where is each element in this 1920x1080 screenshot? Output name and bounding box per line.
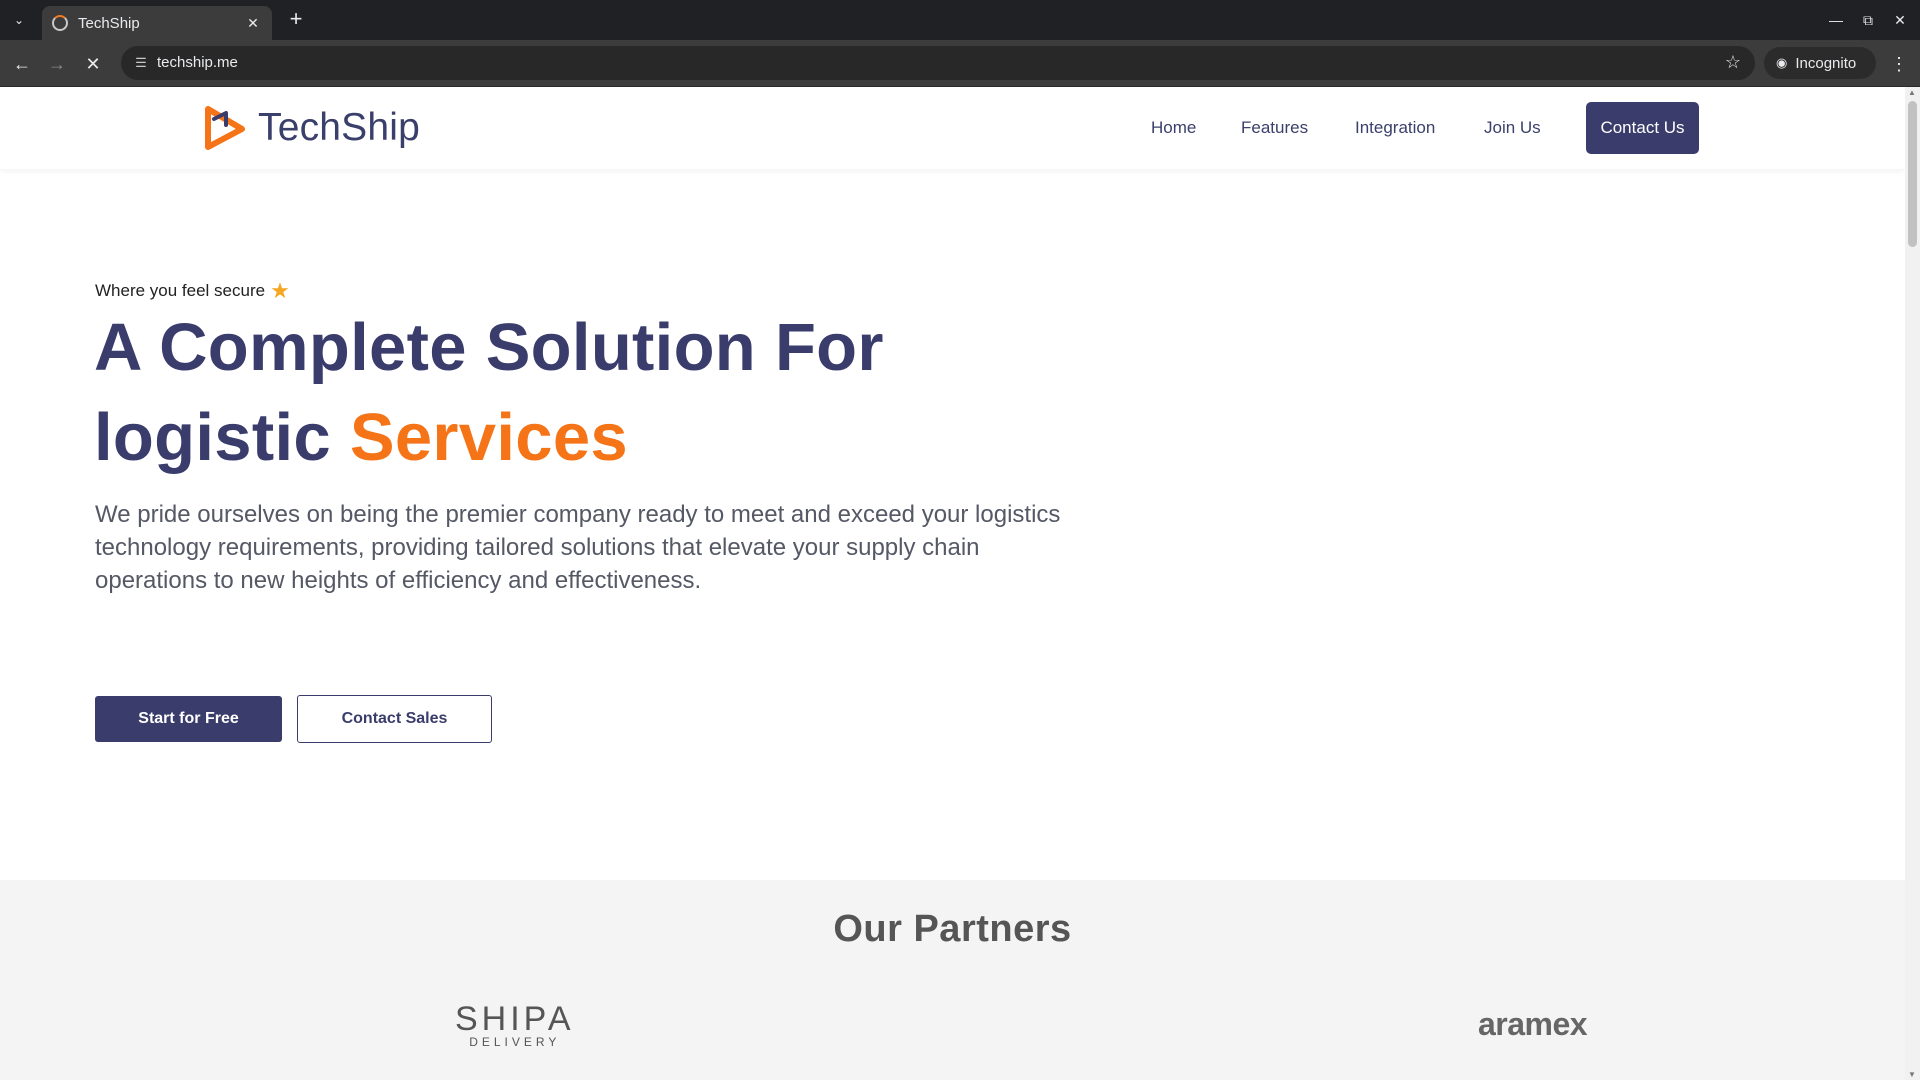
partner-shipa-name: SHIPA	[455, 1000, 575, 1038]
hero-title-line2-accent: Services	[349, 400, 628, 475]
hero-description: We pride ourselves on being the premier …	[95, 501, 1061, 594]
techship-logo[interactable]: TechShip	[204, 105, 420, 151]
partner-logo-shipa: SHIPA DELIVERY	[455, 1000, 575, 1049]
hero-title-line1: A Complete Solution For	[94, 310, 884, 385]
browser-toolbar: ← → ✕ ☰ techship.me ☆ ◉ Incognito ⋮	[0, 40, 1920, 87]
forward-arrow-icon[interactable]: →	[44, 51, 70, 77]
back-arrow-icon[interactable]: ←	[9, 51, 35, 77]
start-for-free-button[interactable]: Start for Free	[95, 696, 282, 742]
scroll-down-arrow-icon[interactable]: ▼	[1908, 1070, 1916, 1079]
url-text[interactable]: techship.me	[157, 54, 238, 71]
tab-close-icon[interactable]: ✕	[244, 15, 262, 32]
page-scrollbar[interactable]: ▲ ▼	[1905, 87, 1920, 1080]
tab-loading-favicon-icon	[52, 15, 68, 31]
hero-tagline: Where you feel secure ★	[95, 278, 290, 304]
incognito-icon: ◉	[1776, 55, 1788, 70]
browser-menu-kebab-icon[interactable]: ⋮	[1890, 51, 1908, 77]
nav-link-home[interactable]: Home	[1151, 118, 1196, 138]
brand-name: TechShip	[258, 106, 421, 149]
incognito-badge[interactable]: ◉ Incognito	[1764, 47, 1876, 79]
page-viewport: TechShip Home Features Integration Join …	[0, 87, 1905, 1080]
partners-title: Our Partners	[833, 908, 1072, 950]
bookmark-star-icon[interactable]: ☆	[1725, 52, 1741, 73]
browser-tab-bar: ⌄ TechShip ✕ + — ⧉ ✕	[0, 0, 1920, 40]
address-bar[interactable]: ☰ techship.me ☆	[121, 46, 1755, 80]
techship-logo-mark-icon	[205, 106, 245, 150]
site-header: TechShip Home Features Integration Join …	[0, 87, 1905, 169]
incognito-label: Incognito	[1795, 54, 1857, 72]
contact-sales-button[interactable]: Contact Sales	[297, 695, 492, 743]
scroll-up-arrow-icon[interactable]: ▲	[1908, 88, 1916, 97]
scrollbar-thumb[interactable]	[1908, 101, 1917, 247]
nav-link-features[interactable]: Features	[1241, 118, 1308, 138]
hero-title: A Complete Solution For logistic Service…	[94, 303, 994, 483]
partner-logo-aramex: aramex	[1478, 1006, 1588, 1042]
contact-us-button[interactable]: Contact Us	[1586, 102, 1699, 154]
browser-tab[interactable]: TechShip ✕	[42, 6, 272, 40]
nav-link-join-us[interactable]: Join Us	[1484, 118, 1541, 138]
stop-loading-icon[interactable]: ✕	[80, 51, 106, 77]
star-icon: ★	[270, 278, 290, 303]
site-info-icon[interactable]: ☰	[131, 53, 151, 73]
window-restore-icon[interactable]: ⧉	[1854, 8, 1882, 32]
partners-section: Our Partners SHIPA DELIVERY aramex	[0, 880, 1905, 1080]
hero-title-line2-plain: logistic	[94, 400, 331, 475]
partner-shipa-sub: DELIVERY	[469, 1035, 561, 1049]
nav-link-integration[interactable]: Integration	[1355, 118, 1435, 138]
new-tab-plus-icon[interactable]: +	[283, 8, 309, 32]
tagline-text: Where you feel secure	[95, 281, 266, 300]
tab-title: TechShip	[78, 14, 140, 32]
window-minimize-icon[interactable]: —	[1822, 8, 1850, 32]
tab-list-chevron-icon[interactable]: ⌄	[6, 8, 32, 32]
window-close-icon[interactable]: ✕	[1886, 8, 1914, 32]
